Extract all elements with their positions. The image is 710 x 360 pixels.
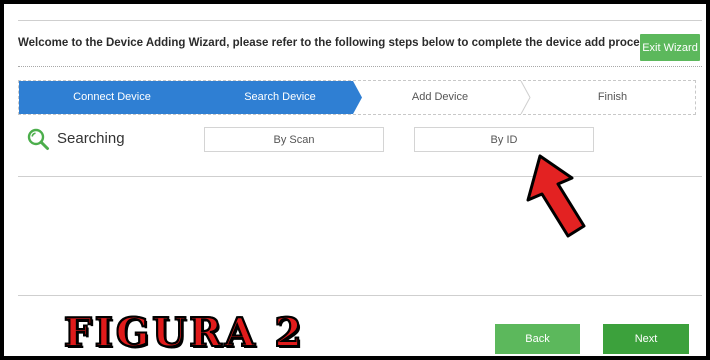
step-connect-device: Connect Device: [73, 91, 151, 103]
step-separator-1: [520, 81, 531, 114]
step-search-device: Search Device: [244, 91, 316, 103]
welcome-message: Welcome to the Device Adding Wizard, ple…: [18, 37, 657, 49]
device-wizard-panel: Welcome to the Device Adding Wizard, ple…: [4, 4, 706, 356]
step-add-device: Add Device: [411, 91, 469, 103]
top-divider: [18, 20, 702, 21]
by-id-button[interactable]: By ID: [414, 127, 594, 152]
searching-status: Searching: [57, 130, 125, 147]
search-icon: [27, 128, 49, 150]
exit-wizard-button[interactable]: Exit Wizard: [640, 34, 700, 61]
dotted-divider: [18, 66, 702, 67]
back-button[interactable]: Back: [495, 324, 580, 354]
bottom-divider: [18, 295, 702, 296]
by-scan-button[interactable]: By Scan: [204, 127, 384, 152]
wizard-step-bar: Connect Device Search Device Add Device …: [18, 80, 696, 115]
middle-divider: [18, 176, 702, 177]
red-arrow-icon: [526, 154, 586, 238]
step-finish: Finish: [597, 91, 628, 103]
figure-caption: FIGURA 2: [63, 309, 305, 356]
next-button[interactable]: Next: [603, 324, 689, 354]
